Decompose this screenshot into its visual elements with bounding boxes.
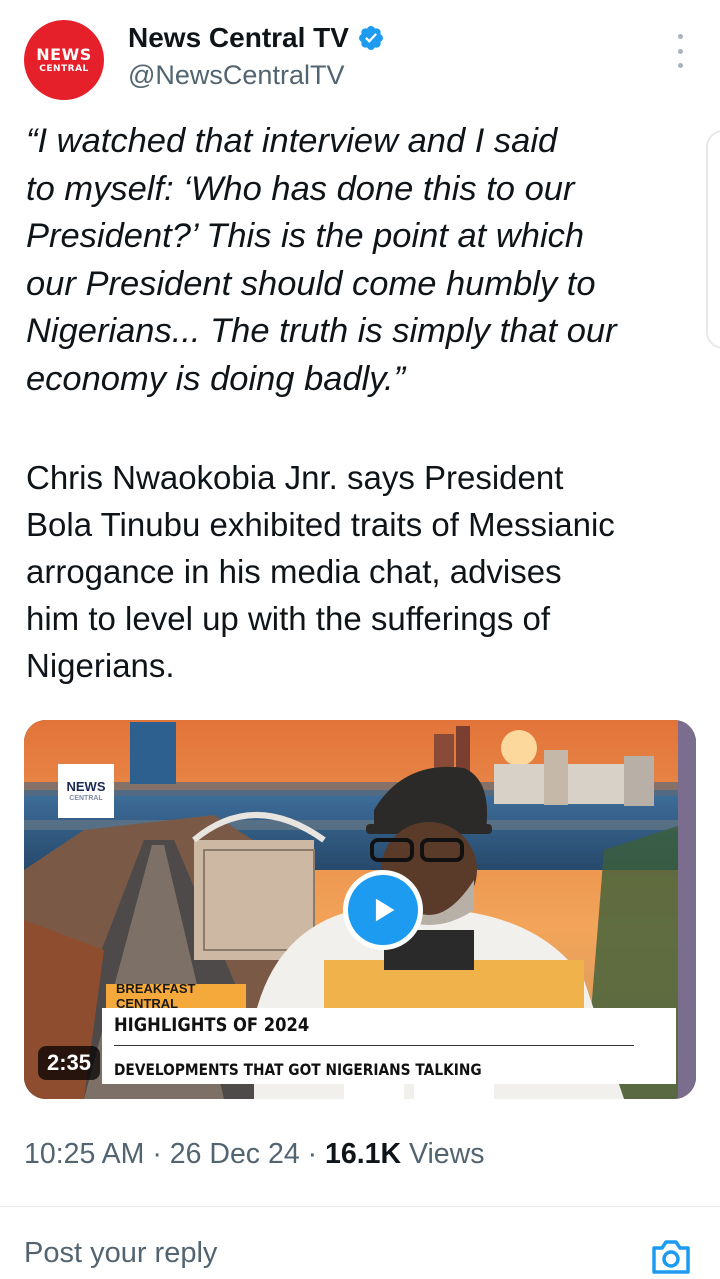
author-name-row[interactable]: News Central TV — [128, 22, 385, 54]
verified-badge-icon — [358, 26, 383, 50]
video-duration: 2:35 — [38, 1046, 101, 1080]
lower-third-title: HIGHLIGHTS OF 2024 — [114, 1014, 310, 1036]
play-triangle — [375, 898, 395, 922]
meta-separator: · — [144, 1138, 170, 1170]
more-options-icon[interactable] — [666, 34, 694, 68]
reply-input[interactable]: Post your reply — [24, 1237, 217, 1270]
side-panel-handle[interactable] — [706, 130, 720, 349]
tweet-header: NEWS CENTRAL News Central TV @NewsCentra… — [0, 0, 720, 110]
tweet-body-text: Chris Nwaokobia Jnr. says President Bola… — [26, 459, 615, 684]
tweet-time[interactable]: 10:25 AM — [24, 1138, 144, 1170]
tweet-quote-text: “I watched that interview and I said to … — [26, 122, 617, 398]
author-handle[interactable]: @NewsCentralTV — [128, 60, 344, 91]
lower-third-divider — [114, 1045, 634, 1046]
avatar-text-news: NEWS — [36, 44, 92, 64]
meta-separator: · — [299, 1138, 325, 1170]
views-count[interactable]: 16.1K — [325, 1138, 401, 1170]
more-dot — [677, 48, 683, 54]
author-name[interactable]: News Central TV — [128, 22, 349, 54]
channel-logo-central: CENTRAL — [69, 795, 103, 802]
play-button[interactable] — [343, 870, 423, 950]
lower-third-title-bar: HIGHLIGHTS OF 2024 — [102, 1008, 676, 1056]
channel-logo: NEWS CENTRAL — [58, 764, 114, 818]
tweet-date[interactable]: 26 Dec 24 — [170, 1138, 300, 1170]
video-player[interactable]: NEWS CENTRAL BREAKFAST CENTRAL HIGHLIGHT… — [24, 720, 696, 1099]
camera-icon[interactable] — [650, 1238, 692, 1276]
more-dot — [677, 63, 683, 68]
lower-third-subtitle-bar: DEVELOPMENTS THAT GOT NIGERIANS TALKING — [102, 1056, 676, 1084]
more-dot — [677, 34, 683, 39]
lower-third-subtitle: DEVELOPMENTS THAT GOT NIGERIANS TALKING — [114, 1060, 482, 1079]
avatar[interactable]: NEWS CENTRAL — [24, 20, 104, 100]
play-icon — [348, 875, 418, 945]
avatar-text-central: CENTRAL — [39, 63, 89, 74]
divider — [0, 1206, 720, 1207]
channel-logo-news: NEWS — [66, 779, 106, 794]
program-tag: BREAKFAST CENTRAL — [106, 981, 246, 1011]
views-label[interactable]: Views — [401, 1138, 485, 1170]
tweet-meta: 10:25 AM · 26 Dec 24 · 16.1K Views — [24, 1138, 485, 1171]
